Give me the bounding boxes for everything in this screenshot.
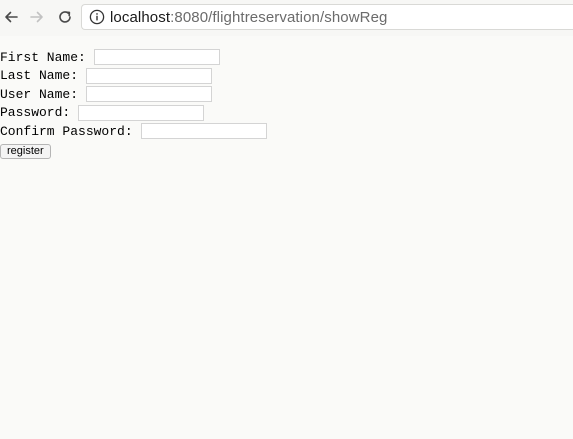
forward-button[interactable] (26, 6, 48, 28)
url-host: localhost (110, 8, 171, 26)
first-name-row: First Name: (0, 48, 267, 67)
password-field[interactable] (78, 104, 205, 121)
register-button[interactable]: register (0, 143, 51, 159)
last-name-row: Last Name: (0, 67, 267, 86)
confirm-password-field[interactable] (140, 123, 267, 140)
address-bar[interactable]: localhost:8080/flightreservation/showReg (81, 4, 573, 30)
back-button[interactable] (0, 6, 22, 28)
last-name-label: Last Name: (0, 68, 79, 84)
page-content: First Name: Last Name: User Name: Passwo… (0, 36, 573, 439)
password-label: Password: (0, 105, 71, 121)
url-text[interactable]: localhost:8080/flightreservation/showReg (110, 9, 388, 26)
password-row: Password: (0, 104, 267, 123)
reload-icon (59, 11, 71, 23)
back-arrow-icon (5, 11, 18, 23)
reload-button[interactable] (54, 6, 76, 28)
confirm-password-row: Confirm Password: (0, 122, 267, 141)
confirm-password-label: Confirm Password: (0, 123, 133, 139)
info-icon[interactable] (89, 9, 105, 25)
user-name-field[interactable] (86, 86, 213, 103)
browser-toolbar: localhost:8080/flightreservation/showReg (0, 0, 573, 36)
user-name-row: User Name: (0, 85, 267, 104)
first-name-label: First Name: (0, 49, 86, 65)
user-name-label: User Name: (0, 86, 79, 102)
registration-form: First Name: Last Name: User Name: Passwo… (0, 48, 267, 159)
last-name-field[interactable] (86, 67, 213, 84)
forward-arrow-icon (30, 11, 43, 23)
first-name-field[interactable] (93, 49, 220, 66)
url-path: :8080/flightreservation/showReg (170, 8, 388, 26)
